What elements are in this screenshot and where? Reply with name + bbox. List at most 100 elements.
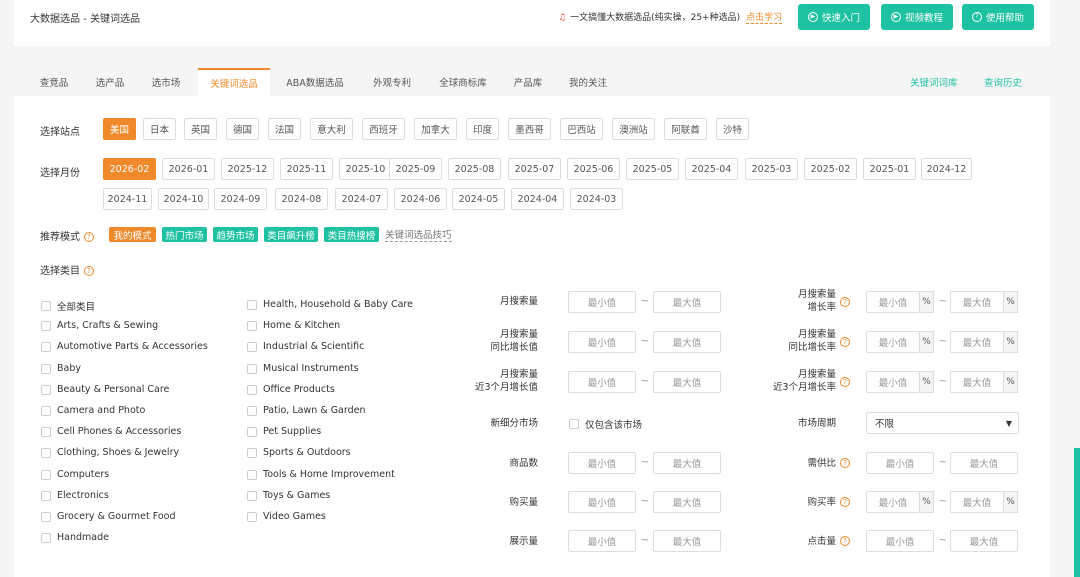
category-item[interactable]: Health, Household & Baby Care [247, 299, 413, 310]
impressions-max-input[interactable]: 最大值 [653, 530, 721, 552]
category-item[interactable]: 全部类目 [41, 299, 95, 313]
month-option[interactable]: 2025-12 [221, 158, 274, 180]
checkbox[interactable] [41, 405, 51, 416]
category-item[interactable]: Baby [41, 363, 81, 374]
site-es[interactable]: 西班牙 [362, 118, 405, 140]
mode-my[interactable]: 我的模式 [109, 227, 156, 242]
keyword-tips-link[interactable]: 关键词选品技巧 [385, 227, 452, 242]
checkbox[interactable] [41, 469, 51, 480]
checkbox[interactable] [41, 384, 51, 395]
month-option[interactable]: 2024-03 [570, 188, 623, 210]
site-it[interactable]: 意大利 [310, 118, 353, 140]
month-option[interactable]: 2026-01 [162, 158, 215, 180]
month-option[interactable]: 2025-04 [685, 158, 738, 180]
category-item[interactable]: Toys & Games [247, 490, 330, 501]
market-cycle-select[interactable]: 不限 ▼ [866, 412, 1019, 434]
site-sa[interactable]: 沙特 [716, 118, 749, 140]
checkbox[interactable] [247, 426, 257, 437]
site-br[interactable]: 巴西站 [560, 118, 603, 140]
monthly-search-max-input[interactable]: 最大值 [653, 291, 721, 313]
category-item[interactable]: Cell Phones & Accessories [41, 426, 181, 437]
tab-patent[interactable]: 外观专利 [362, 68, 422, 96]
search-growth-min-input[interactable]: 最小值 [866, 291, 920, 313]
category-item[interactable]: Tools & Home Improvement [247, 469, 395, 480]
site-ca[interactable]: 加拿大 [414, 118, 457, 140]
tab-competitor[interactable]: 查竞品 [28, 68, 80, 96]
purchases-max-input[interactable]: 最大值 [653, 491, 721, 513]
category-item[interactable]: Clothing, Shoes & Jewelry [41, 447, 179, 458]
checkbox[interactable] [247, 511, 257, 522]
category-item[interactable]: Musical Instruments [247, 363, 359, 374]
new-market-checkbox[interactable]: 仅包含该市场 [569, 417, 642, 431]
help-icon[interactable]: ? [840, 497, 850, 507]
month-option[interactable]: 2024-10 [158, 188, 209, 210]
category-item[interactable]: Pet Supplies [247, 426, 321, 437]
tab-product[interactable]: 选产品 [84, 68, 136, 96]
category-item[interactable]: Arts, Crafts & Sewing [41, 320, 158, 331]
impressions-min-input[interactable]: 最小值 [568, 530, 636, 552]
checkbox[interactable] [247, 447, 257, 458]
side-widget-tab[interactable] [1074, 448, 1080, 577]
category-item[interactable]: Beauty & Personal Care [41, 384, 169, 395]
category-item[interactable]: Computers [41, 469, 109, 480]
query-history-link[interactable]: 查询历史 [984, 68, 1022, 96]
tab-market[interactable]: 选市场 [140, 68, 192, 96]
month-option[interactable]: 2025-01 [863, 158, 916, 180]
q3-rate-min-input[interactable]: 最小值 [866, 371, 920, 393]
month-option[interactable]: 2024-08 [275, 188, 328, 210]
clicks-min-input[interactable]: 最小值 [866, 530, 934, 552]
month-option[interactable]: 2024-04 [511, 188, 564, 210]
category-item[interactable]: Camera and Photo [41, 405, 145, 416]
category-item[interactable]: Sports & Outdoors [247, 447, 351, 458]
yoy-rate-min-input[interactable]: 最小值 [866, 331, 920, 353]
keyword-library-link[interactable]: 关键词词库 [910, 68, 958, 96]
video-tutorial-button[interactable]: ▶ 视频教程 [881, 4, 953, 30]
checkbox[interactable] [41, 490, 51, 501]
product-count-max-input[interactable]: 最大值 [653, 452, 721, 474]
month-option[interactable]: 2024-07 [335, 188, 388, 210]
checkbox[interactable] [247, 490, 257, 501]
checkbox[interactable] [247, 341, 257, 352]
tab-keyword[interactable]: 关键词选品 [198, 68, 270, 96]
site-ae[interactable]: 阿联酋 [664, 118, 707, 140]
category-item[interactable]: Office Products [247, 384, 335, 395]
site-fr[interactable]: 法国 [268, 118, 301, 140]
yoy-value-min-input[interactable]: 最小值 [568, 331, 636, 353]
notice-learn-link[interactable]: 点击学习 [746, 13, 783, 24]
yoy-value-max-input[interactable]: 最大值 [653, 331, 721, 353]
month-option[interactable]: 2025-02 [804, 158, 857, 180]
q3-value-max-input[interactable]: 最大值 [653, 371, 721, 393]
month-option[interactable]: 2024-06 [394, 188, 447, 210]
supply-demand-max-input[interactable]: 最大值 [950, 452, 1018, 474]
product-count-min-input[interactable]: 最小值 [568, 452, 636, 474]
search-growth-max-input[interactable]: 最大值 [950, 291, 1004, 313]
category-item[interactable]: Grocery & Gourmet Food [41, 511, 175, 522]
monthly-search-min-input[interactable]: 最小值 [568, 291, 636, 313]
help-icon[interactable]: ? [84, 266, 94, 276]
tab-product-library[interactable]: 产品库 [504, 68, 552, 96]
site-uk[interactable]: 英国 [184, 118, 217, 140]
supply-demand-min-input[interactable]: 最小值 [866, 452, 934, 474]
checkbox[interactable] [247, 469, 257, 480]
site-au[interactable]: 澳洲站 [612, 118, 655, 140]
help-icon[interactable]: ? [840, 337, 850, 347]
month-option[interactable]: 2024-05 [452, 188, 505, 210]
month-option[interactable]: 2024-09 [214, 188, 267, 210]
purchases-min-input[interactable]: 最小值 [568, 491, 636, 513]
month-option[interactable]: 2024-11 [103, 188, 152, 210]
site-us[interactable]: 美国 [103, 118, 136, 140]
category-item[interactable]: Video Games [247, 511, 326, 522]
purchase-rate-max-input[interactable]: 最大值 [950, 491, 1004, 513]
checkbox[interactable] [41, 363, 51, 374]
purchase-rate-min-input[interactable]: 最小值 [866, 491, 920, 513]
tab-trademark[interactable]: 全球商标库 [428, 68, 498, 96]
q3-rate-max-input[interactable]: 最大值 [950, 371, 1004, 393]
category-item[interactable]: Automotive Parts & Accessories [41, 341, 208, 352]
category-item[interactable]: Handmade [41, 532, 109, 543]
month-option[interactable]: 2025-05 [626, 158, 679, 180]
month-option[interactable]: 2025-11 [280, 158, 333, 180]
tab-my-follow[interactable]: 我的关注 [560, 68, 616, 96]
month-option[interactable]: 2026-02 [103, 158, 156, 180]
mode-trend-market[interactable]: 趋势市场 [213, 227, 258, 242]
mode-category-hot[interactable]: 类目热搜榜 [324, 227, 379, 242]
